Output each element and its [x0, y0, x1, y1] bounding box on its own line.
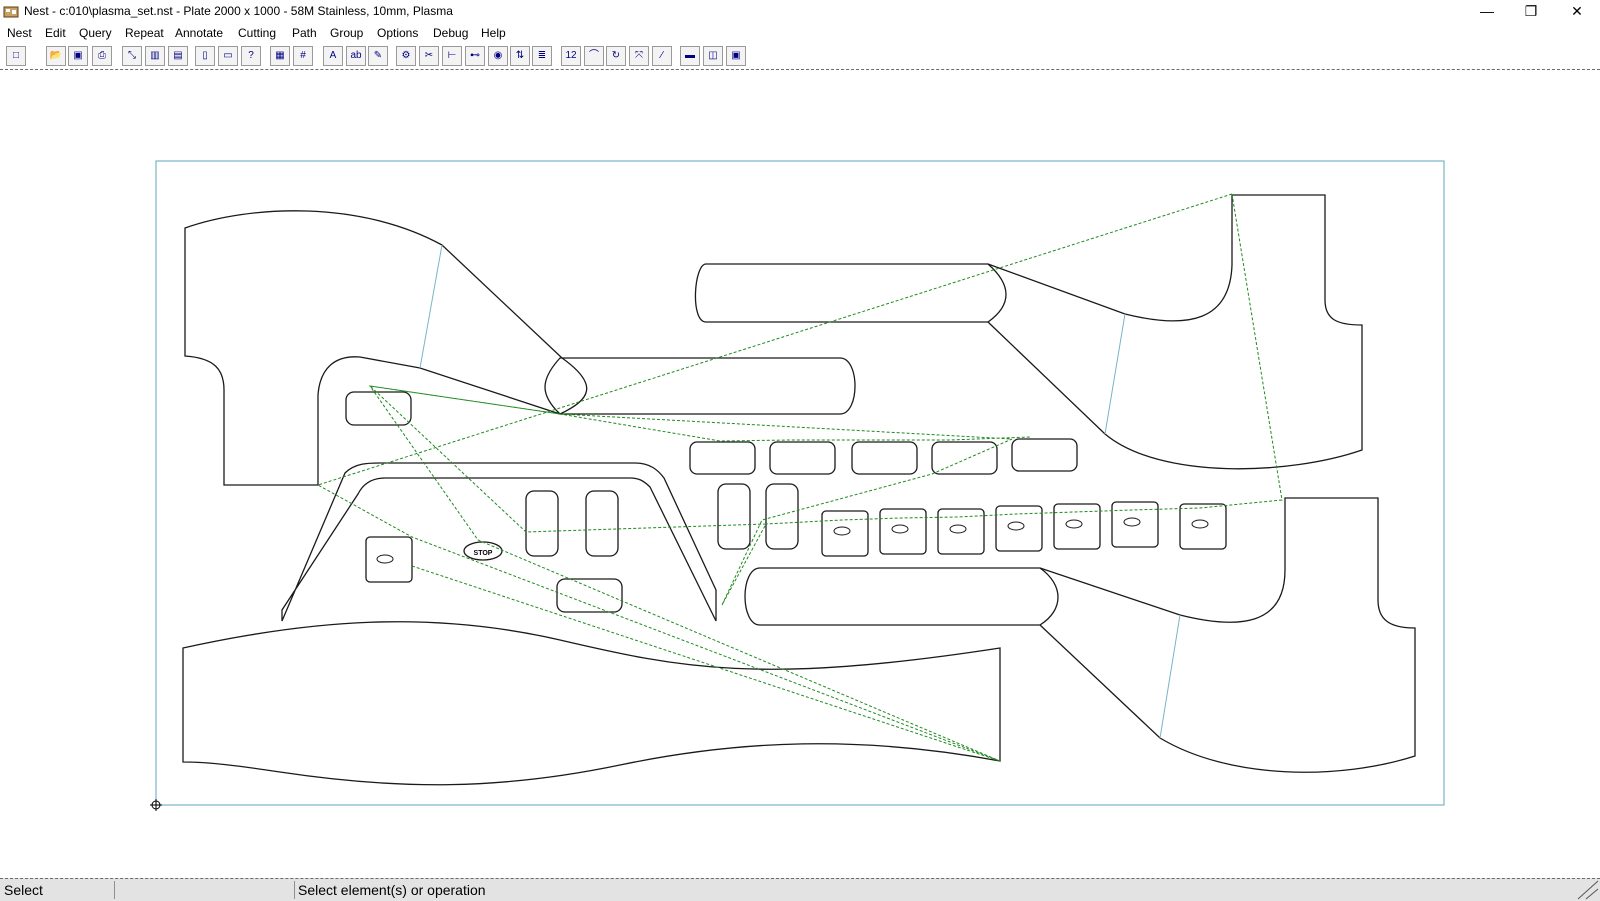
status-middle: [120, 881, 295, 899]
part-vslot-4[interactable]: [765, 483, 799, 550]
menu-nest[interactable]: Nest: [7, 26, 32, 40]
cut-settings-icon[interactable]: ✂: [419, 46, 439, 66]
part-arch[interactable]: [281, 462, 717, 622]
save-icon[interactable]: ▣: [68, 46, 88, 66]
app-icon: [3, 6, 19, 18]
status-message: Select element(s) or operation: [298, 882, 486, 898]
note-icon[interactable]: ✎: [368, 46, 388, 66]
part-tab-20[interactable]: [689, 441, 756, 475]
status-mode: Select: [0, 881, 115, 899]
menu-bar: Nest Edit Query Repeat Annotate Cutting …: [0, 24, 1600, 43]
part-profile-top-right[interactable]: [987, 194, 1363, 470]
restore-button[interactable]: ❐: [1508, 0, 1554, 24]
part-plate-6[interactable]: [1053, 503, 1101, 550]
menu-edit[interactable]: Edit: [45, 26, 66, 40]
plate-outline: [155, 160, 1445, 806]
link-icon[interactable]: ⊷: [465, 46, 485, 66]
menu-options[interactable]: Options: [377, 26, 418, 40]
part-vslot-2[interactable]: [585, 490, 619, 557]
part-plate-2[interactable]: [821, 510, 869, 557]
origin-marker-icon: [150, 799, 162, 811]
menu-debug[interactable]: Debug: [433, 26, 468, 40]
part-profile-left[interactable]: [184, 210, 588, 486]
display-icon[interactable]: ▣: [726, 46, 746, 66]
part-tab-16[interactable]: [1011, 438, 1078, 472]
minimize-button[interactable]: —: [1464, 0, 1510, 24]
part-single-icon[interactable]: ▯: [195, 46, 215, 66]
menu-repeat[interactable]: Repeat: [125, 26, 164, 40]
pierce-icon[interactable]: ◉: [488, 46, 508, 66]
grid-icon[interactable]: #: [293, 46, 313, 66]
toolbar: □ 📂 ▣ ⎙ ⤡ ▥ ▤ ▯ ▭? ▦ # Aab ✎ ⚙ ✂ ⊢ ⊷ ◉ ⇅ ≣ 12 ⌒ ↻ ⤧ ∕ ▬ ◫ ▣: [0, 43, 1600, 70]
part-plate-1[interactable]: [365, 536, 413, 583]
machine-icon[interactable]: ▬: [680, 46, 700, 66]
part-plate-3[interactable]: [879, 508, 927, 555]
view-page-icon[interactable]: ▤: [168, 46, 188, 66]
report-icon[interactable]: ≣: [532, 46, 552, 66]
numbering-icon[interactable]: 12: [561, 46, 581, 66]
part-wave-bottom[interactable]: [182, 621, 1001, 786]
open-icon[interactable]: 📂: [46, 46, 66, 66]
nest-canvas[interactable]: STOP: [0, 70, 1600, 878]
part-vslot-3[interactable]: [717, 483, 751, 550]
part-tab-22[interactable]: [345, 391, 412, 426]
part-slot-lower[interactable]: [744, 567, 1059, 626]
part-slot-top[interactable]: [694, 263, 1007, 323]
help-icon[interactable]: ?: [241, 46, 261, 66]
part-slot-middle[interactable]: [544, 357, 856, 415]
label-icon[interactable]: ab: [346, 46, 366, 66]
status-bar: Select Select element(s) or operation: [0, 878, 1600, 901]
part-plate-5[interactable]: [995, 505, 1043, 552]
menu-cutting[interactable]: Cutting: [238, 26, 276, 40]
tool-path-icon[interactable]: ⚙: [396, 46, 416, 66]
menu-help[interactable]: Help: [481, 26, 506, 40]
part-stack-icon[interactable]: ▭: [218, 46, 238, 66]
part-tab-19[interactable]: [851, 441, 918, 475]
part-profile-bottom-right[interactable]: [1039, 497, 1416, 773]
stop-label: STOP: [474, 550, 493, 557]
menu-annotate[interactable]: Annotate: [175, 26, 223, 40]
menu-query[interactable]: Query: [79, 26, 112, 40]
menu-group[interactable]: Group: [330, 26, 363, 40]
measure-icon[interactable]: ⌒: [584, 46, 604, 66]
zoom-extents-icon[interactable]: ⤡: [122, 46, 142, 66]
line-icon[interactable]: ∕: [652, 46, 672, 66]
resize-grip-icon[interactable]: [1576, 879, 1600, 901]
grid-small-icon[interactable]: ▦: [270, 46, 290, 66]
close-button[interactable]: ✕: [1554, 0, 1600, 24]
menu-path[interactable]: Path: [292, 26, 317, 40]
sequence-icon[interactable]: ⇅: [510, 46, 530, 66]
text-icon[interactable]: A: [323, 46, 343, 66]
window-title: Nest - c:010\plasma_set.nst - Plate 2000…: [24, 4, 453, 18]
part-plate-7[interactable]: [1111, 501, 1159, 548]
title-bar: Nest - c:010\plasma_set.nst - Plate 2000…: [0, 0, 1600, 24]
mirror-icon[interactable]: ⤧: [629, 46, 649, 66]
lead-icon[interactable]: ⊢: [442, 46, 462, 66]
view-plate-icon[interactable]: ▥: [145, 46, 165, 66]
part-vslot-1[interactable]: [525, 490, 559, 557]
new-icon[interactable]: □: [6, 46, 26, 66]
rotate-icon[interactable]: ↻: [606, 46, 626, 66]
simulate-icon[interactable]: ◫: [703, 46, 723, 66]
part-tab-21[interactable]: [769, 441, 836, 475]
print-icon[interactable]: ⎙: [92, 46, 112, 66]
part-plate-8[interactable]: [1179, 503, 1227, 550]
